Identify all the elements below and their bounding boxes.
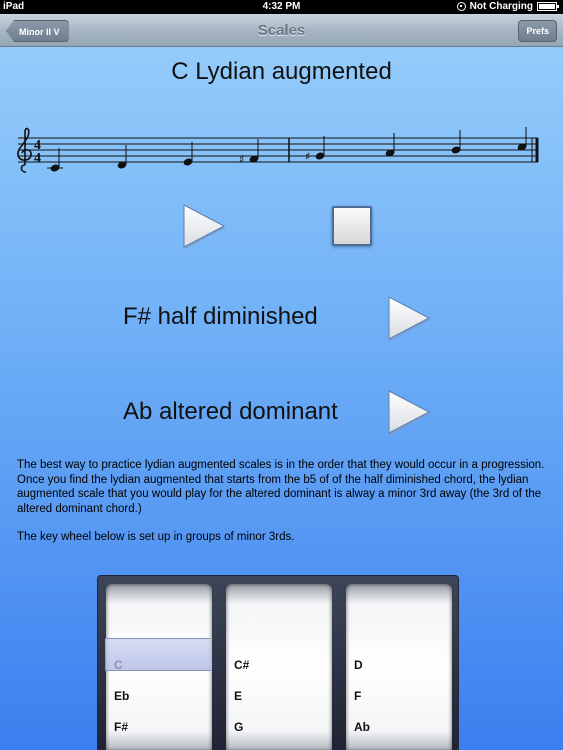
play-icon [388,296,431,341]
picker-item[interactable]: Ab [354,720,370,734]
navigation-bar: Minor II V Scales Prefs [0,14,563,47]
play-scale-button[interactable] [178,200,230,252]
picker-wheel-2[interactable]: C# E G [226,584,332,750]
prefs-button[interactable]: Prefs [518,20,557,42]
play-chord-1-button[interactable] [383,292,435,344]
status-bar: iPad 4:32 PM Not Charging [0,0,563,14]
play-icon [388,390,431,435]
play-chord-2-button[interactable] [383,386,435,438]
scale-title: C Lydian augmented [171,58,392,85]
note [183,142,193,166]
chord-label-2: Ab altered dominant [123,398,338,425]
note [517,127,527,151]
note [385,133,395,157]
description-paragraph-2: The key wheel below is set up in groups … [17,531,295,543]
chord-label-1: F# half diminished [123,303,318,330]
time-signature-bottom: 4 [34,151,41,166]
picker-item[interactable]: Eb [114,689,129,703]
rotation-lock-icon [456,2,466,11]
note [117,145,127,169]
picker-item[interactable]: C# [234,658,249,672]
description: The best way to practice lydian augmente… [17,458,547,545]
play-icon [183,204,226,249]
sharp-accidental: ♯ [239,153,244,166]
picker-item[interactable]: F# [114,720,128,734]
battery-icon [537,2,559,11]
note [451,130,461,154]
charging-status: Not Charging [469,1,533,12]
picker-item[interactable]: G [234,720,243,734]
note [47,148,63,172]
sharp-accidental: ♯ [305,150,310,163]
stop-button[interactable] [332,206,372,246]
page-title: Scales [257,22,306,39]
picker-item[interactable]: F [354,689,361,703]
picker-item[interactable]: D [354,658,363,672]
picker-wheel-3[interactable]: D F Ab [346,584,452,750]
picker-selection-indicator [105,638,211,671]
status-right: Not Charging [456,1,559,12]
staff-notation: 4 4 ♯ ♯ [17,127,539,173]
picker-item[interactable]: E [234,689,242,703]
description-paragraph-1: The best way to practice lydian augmente… [17,459,545,515]
